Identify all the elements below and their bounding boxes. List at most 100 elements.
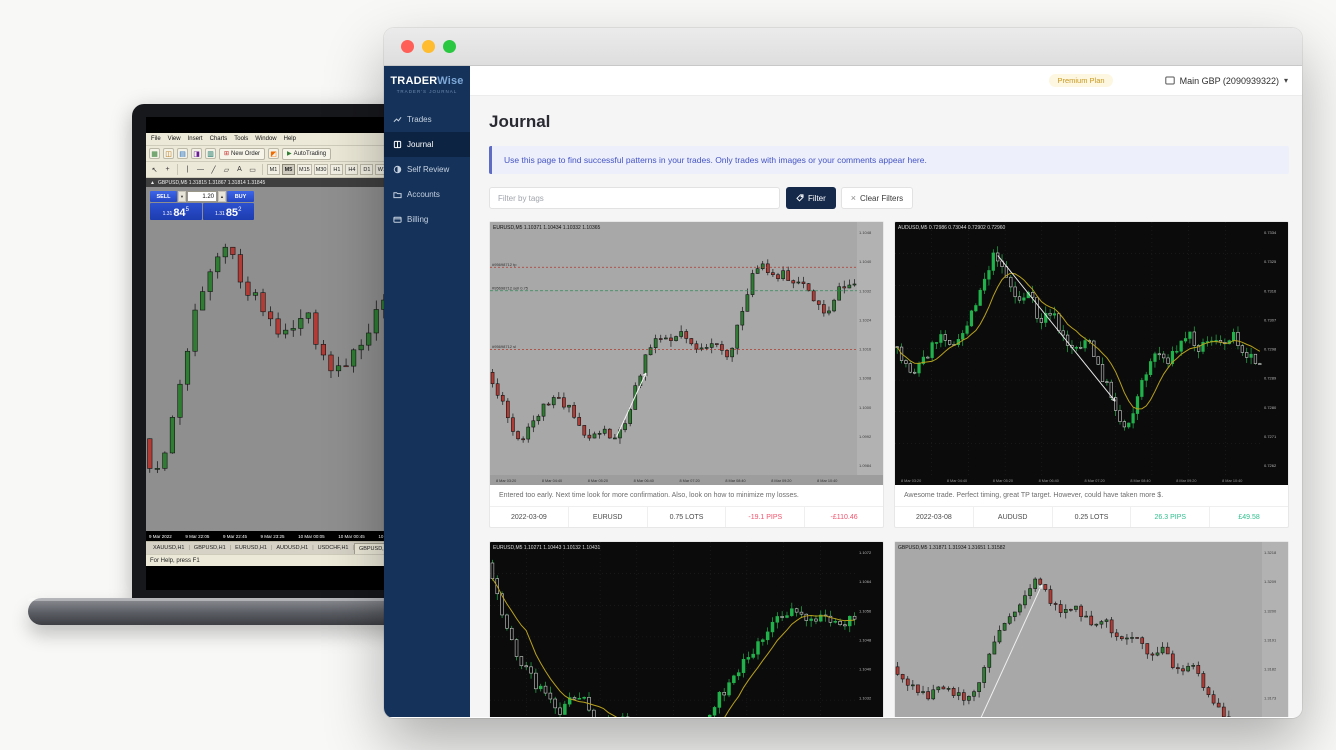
svg-text:0.7289: 0.7289: [1264, 376, 1277, 381]
sell-button[interactable]: SELL: [150, 191, 177, 202]
sidebar-item-self-review[interactable]: Self Review: [384, 157, 470, 182]
mt4-menu-charts[interactable]: Charts: [210, 136, 228, 142]
svg-text:1.1048: 1.1048: [859, 230, 872, 235]
mt4-menu-file[interactable]: File: [151, 136, 161, 142]
svg-text:1.1040: 1.1040: [859, 667, 872, 672]
buy-button[interactable]: BUY: [227, 191, 254, 202]
lot-down-stepper[interactable]: ▼: [178, 191, 186, 202]
new-order-button[interactable]: ⊞ New Order: [219, 148, 265, 160]
svg-text:0.7271: 0.7271: [1264, 434, 1277, 439]
sidebar-item-billing[interactable]: Billing: [384, 207, 470, 232]
trade-symbol: EURUSD: [568, 507, 647, 527]
account-label: Main GBP (2090939322): [1180, 76, 1279, 86]
folder-icon: [393, 190, 402, 199]
minimize-window-button[interactable]: [422, 40, 435, 53]
timeframe-h4[interactable]: H4: [345, 164, 358, 175]
timeframe-m1[interactable]: M1: [267, 164, 280, 175]
sidebar-item-journal[interactable]: Journal: [384, 132, 470, 157]
mt4-menu-window[interactable]: Window: [255, 136, 276, 142]
timeframe-m15[interactable]: M15: [297, 164, 312, 175]
svg-text:8 Mar 03:20: 8 Mar 03:20: [901, 479, 921, 483]
sidebar-item-trades[interactable]: Trades: [384, 107, 470, 132]
mt4-menu-insert[interactable]: Insert: [188, 136, 203, 142]
ask-price[interactable]: 1.31852: [203, 203, 255, 220]
toolbar-separator: [177, 164, 178, 175]
lot-size-field[interactable]: 1.20: [187, 191, 217, 202]
chart-arrow-icon: ▲: [150, 180, 155, 186]
svg-text:8 Mar 06:40: 8 Mar 06:40: [634, 479, 654, 483]
zoom-window-button[interactable]: [443, 40, 456, 53]
timeframe-m30[interactable]: M30: [314, 164, 329, 175]
timeframe-d1[interactable]: D1: [360, 164, 373, 175]
svg-text:1.1016: 1.1016: [859, 347, 872, 352]
mt4-menu-view[interactable]: View: [168, 136, 181, 142]
timeframe-h1[interactable]: H1: [330, 164, 343, 175]
clear-filters-button[interactable]: × Clear Filters: [841, 187, 913, 209]
horizontal-line-tool-icon[interactable]: —: [195, 164, 206, 175]
svg-text:8 Mar 04:40: 8 Mar 04:40: [947, 479, 967, 483]
sidebar: TRADERWise TRADER'S JOURNAL Trades Journ…: [384, 66, 470, 717]
tab-gbpusd-h1[interactable]: GBPUSD,H1: [190, 545, 230, 551]
channel-tool-icon[interactable]: ▱: [221, 164, 232, 175]
svg-text:GBPUSD,M5 1.31871 1.31934 1.31: GBPUSD,M5 1.31871 1.31934 1.31651 1.3158…: [898, 545, 1006, 551]
trade-chart-image[interactable]: 1.32181.32091.32001.31911.31821.31731.31…: [895, 542, 1288, 717]
profiles-icon[interactable]: ◫: [163, 148, 174, 159]
timeframe-m5[interactable]: M5: [282, 164, 295, 175]
account-icon: [1165, 76, 1175, 85]
svg-text:1.3182: 1.3182: [1264, 667, 1277, 672]
svg-text:0.7325: 0.7325: [1264, 259, 1277, 264]
close-window-button[interactable]: [401, 40, 414, 53]
info-banner: Use this page to find successful pattern…: [489, 146, 1289, 174]
sidebar-item-label: Trades: [407, 115, 432, 124]
desktop: File View Insert Charts Tools Window Hel…: [0, 0, 1336, 750]
autotrading-button[interactable]: ▶ AutoTrading: [282, 148, 331, 160]
trade-stats: 2022-03-08 AUDUSD 0.25 LOTS 26.3 PIPS £4…: [895, 506, 1288, 527]
svg-text:#95698712 sell 0.75: #95698712 sell 0.75: [492, 285, 529, 290]
trade-date: 2022-03-08: [895, 507, 973, 527]
trade-date: 2022-03-09: [490, 507, 568, 527]
tag-filter-input[interactable]: [489, 187, 780, 209]
tester-icon[interactable]: ◩: [268, 148, 279, 159]
trade-card: 1.32181.32091.32001.31911.31821.31731.31…: [894, 541, 1289, 717]
trade-chart-image[interactable]: 0.73340.73250.73160.73070.72980.72890.72…: [895, 222, 1288, 485]
filter-button[interactable]: Filter: [786, 187, 836, 209]
text-tool-icon[interactable]: A: [234, 164, 245, 175]
mt4-menu-tools[interactable]: Tools: [234, 136, 248, 142]
crosshair-tool-icon[interactable]: +: [162, 164, 173, 175]
vertical-line-tool-icon[interactable]: |: [182, 164, 193, 175]
tab-xauusd-h1[interactable]: XAUUSD,H1: [149, 545, 188, 551]
trade-chart-image[interactable]: 1.10721.10641.10561.10481.10401.10321.10…: [490, 542, 883, 717]
mt4-menu-help[interactable]: Help: [284, 136, 296, 142]
terminal-icon[interactable]: ▥: [205, 148, 216, 159]
sidebar-item-accounts[interactable]: Accounts: [384, 182, 470, 207]
cursor-tool-icon[interactable]: ↖: [149, 164, 160, 175]
svg-text:EURUSD,M5 1.10371 1.10434 1.10: EURUSD,M5 1.10371 1.10434 1.10332 1.1036…: [493, 225, 601, 231]
navigator-icon[interactable]: ◨: [191, 148, 202, 159]
journal-page: Journal Use this page to find successful…: [470, 96, 1302, 717]
bid-price[interactable]: 1.31845: [150, 203, 202, 220]
trade-chart-image[interactable]: 1.10481.10401.10321.10241.10161.10081.10…: [490, 222, 883, 485]
svg-text:#95698712 tp: #95698712 tp: [492, 262, 517, 267]
tab-eurusd-h1[interactable]: EURUSD,H1: [231, 545, 271, 551]
browser-window: TRADERWise TRADER'S JOURNAL Trades Journ…: [384, 28, 1302, 718]
tab-audusd-h1[interactable]: AUDUSD,H1: [272, 545, 312, 551]
svg-text:1.3209: 1.3209: [1264, 579, 1277, 584]
svg-text:8 Mar 05:20: 8 Mar 05:20: [993, 479, 1013, 483]
market-watch-icon[interactable]: ▤: [177, 148, 188, 159]
tab-usdchf-h1[interactable]: USDCHF,H1: [314, 545, 353, 551]
svg-text:8 Mar 09:20: 8 Mar 09:20: [1176, 479, 1196, 483]
shapes-tool-icon[interactable]: ▭: [247, 164, 258, 175]
svg-text:1.3173: 1.3173: [1264, 696, 1277, 701]
trade-card: 1.10481.10401.10321.10241.10161.10081.10…: [489, 221, 884, 528]
svg-text:1.1064: 1.1064: [859, 579, 872, 584]
app-logo: TRADERWise TRADER'S JOURNAL: [384, 66, 470, 101]
account-selector[interactable]: Main GBP (2090939322) ▾: [1165, 76, 1288, 86]
trendline-tool-icon[interactable]: ╱: [208, 164, 219, 175]
trade-card: 1.10721.10641.10561.10481.10401.10321.10…: [489, 541, 884, 717]
lot-up-stepper[interactable]: ▲: [218, 191, 226, 202]
trade-pips: -19.1 PIPS: [725, 507, 804, 527]
new-chart-icon[interactable]: ▦: [149, 148, 160, 159]
page-title: Journal: [489, 112, 1289, 132]
svg-text:1.1048: 1.1048: [859, 637, 872, 642]
trade-card: 0.73340.73250.73160.73070.72980.72890.72…: [894, 221, 1289, 528]
